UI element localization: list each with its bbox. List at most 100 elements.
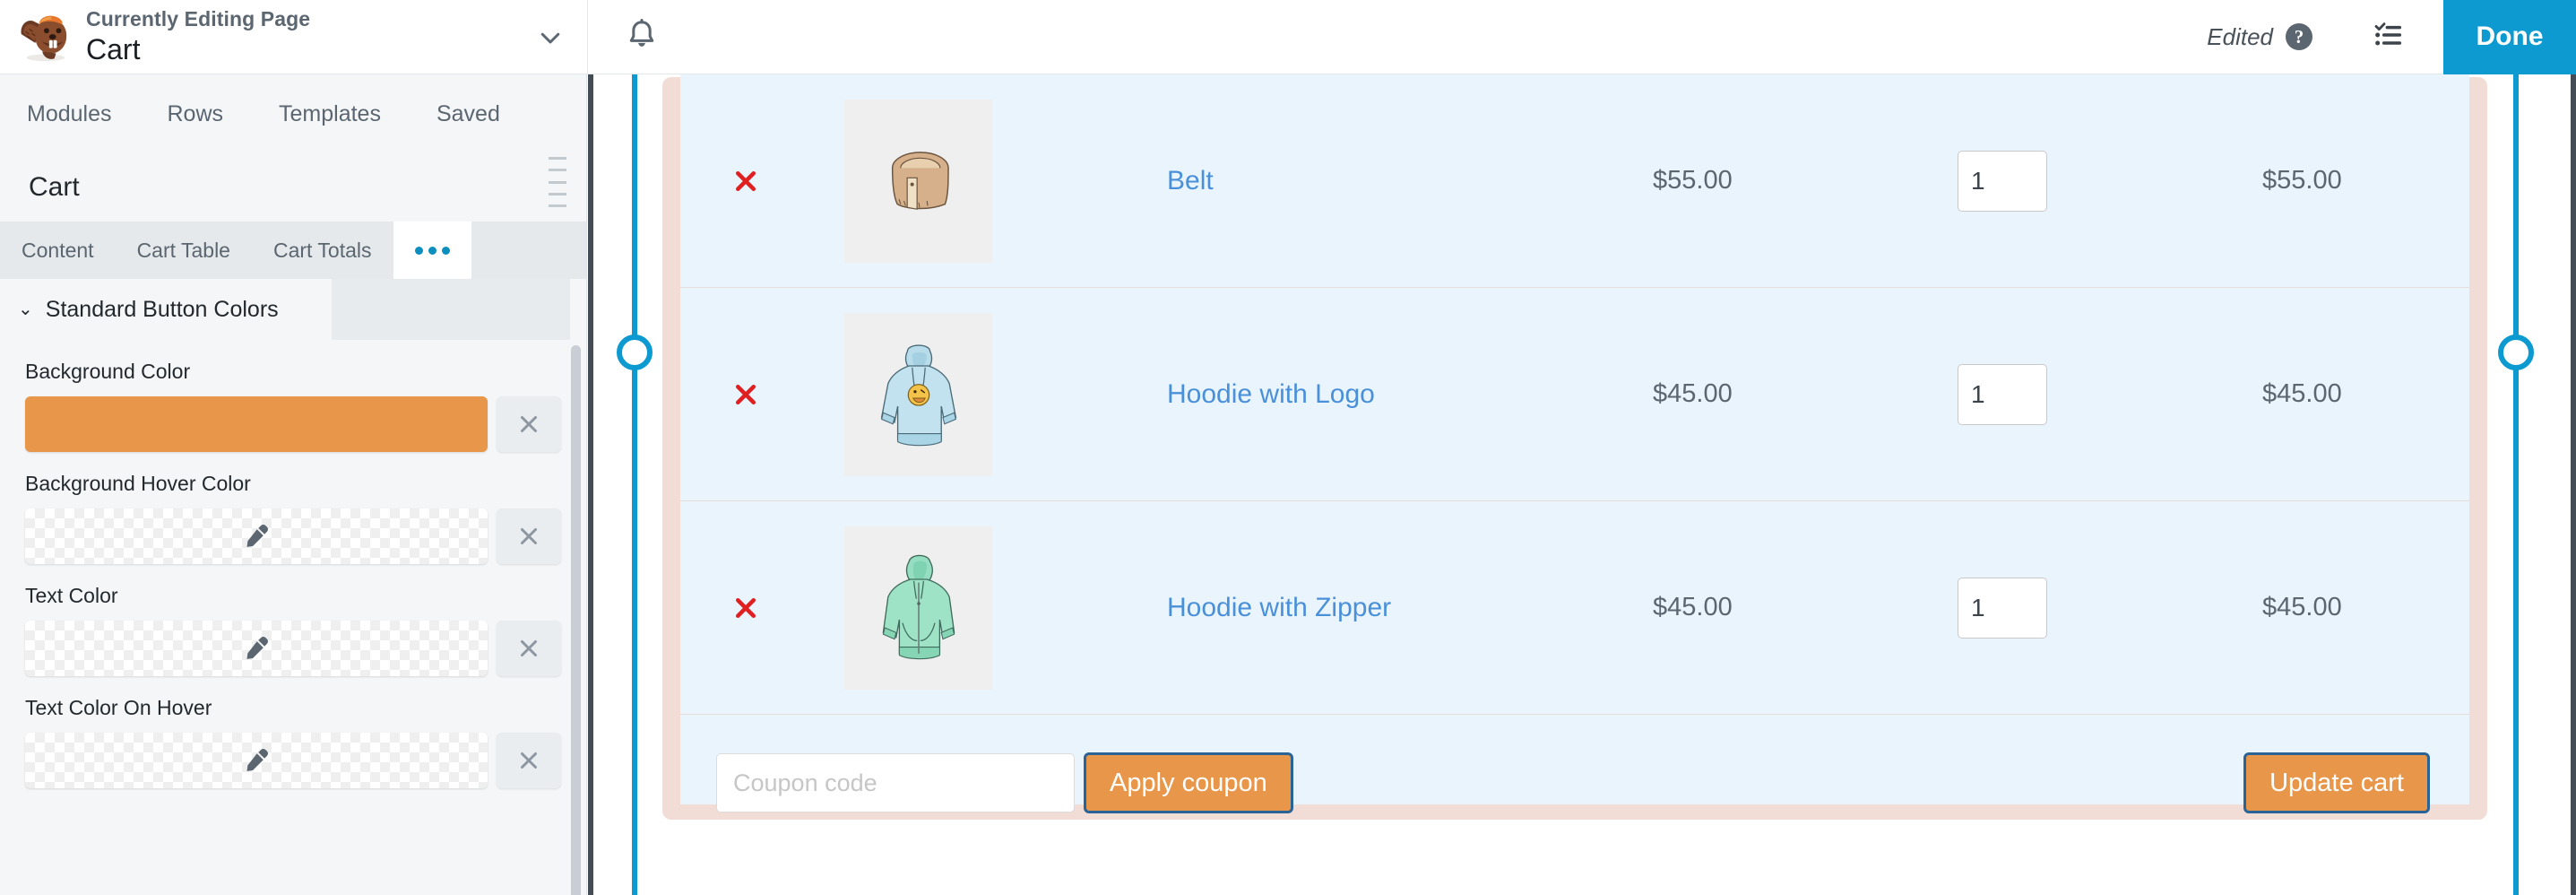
update-cart-button[interactable]: Update cart (2243, 752, 2430, 813)
quantity-cell (1958, 577, 2226, 639)
quantity-input[interactable] (1958, 363, 2047, 425)
color-picker-row (25, 396, 561, 452)
canvas-right-edge (2571, 74, 2576, 895)
field-background-hover-color: Background Hover Color (0, 472, 586, 564)
page-preview-canvas: Belt $55.00 $55.00 (588, 74, 2576, 895)
color-picker-row (25, 621, 561, 676)
product-thumbnail-cell (810, 99, 1079, 263)
field-label: Background Hover Color (25, 472, 251, 495)
done-button[interactable]: Done (2443, 0, 2576, 74)
close-icon (521, 416, 537, 432)
remove-item-button[interactable] (680, 595, 810, 621)
table-row: Hoodie with Zipper $45.00 $45.00 (680, 501, 2469, 715)
quantity-cell (1958, 150, 2226, 212)
remove-item-x-icon (732, 595, 759, 621)
more-dots-icon (414, 246, 450, 255)
field-label: Background Color (25, 360, 191, 383)
notifications-button[interactable] (588, 0, 696, 74)
close-icon (521, 640, 537, 656)
edited-label: Edited (2207, 22, 2273, 50)
panel-scrollbar[interactable] (571, 345, 581, 895)
color-swatch-background-hover[interactable] (25, 508, 488, 564)
clear-color-button[interactable] (497, 621, 561, 676)
column-resize-guide-left[interactable] (632, 74, 637, 895)
product-link[interactable]: Hoodie with Zipper (1167, 593, 1391, 623)
eyedropper-icon (246, 525, 268, 547)
product-subtotal: $45.00 (2262, 379, 2342, 408)
nav-tab-rows[interactable]: Rows (168, 101, 224, 127)
remove-item-x-icon (732, 381, 759, 408)
panel-setting-tabs: Content Cart Table Cart Totals (0, 222, 586, 279)
panel-resize-handle[interactable] (549, 157, 566, 207)
clear-color-button[interactable] (497, 508, 561, 564)
product-link[interactable]: Hoodie with Logo (1167, 379, 1375, 410)
tab-cart-totals[interactable]: Cart Totals (252, 222, 393, 279)
quantity-cell (1958, 363, 2226, 425)
tab-more[interactable] (393, 222, 471, 279)
remove-item-button[interactable] (680, 381, 810, 408)
brand-and-page-title: Currently Editing Page Cart (0, 0, 587, 74)
cart-actions-row: Apply coupon Update cart (680, 715, 2469, 851)
bell-icon (625, 18, 659, 56)
chevron-down-icon[interactable] (533, 21, 567, 55)
clear-color-button[interactable] (497, 396, 561, 452)
field-background-color: Background Color (0, 360, 586, 452)
close-icon (521, 752, 537, 769)
product-thumbnail-hoodie-logo[interactable] (844, 312, 992, 476)
panel-nav-tabs: Modules Rows Templates Saved (0, 74, 586, 153)
product-subtotal: $45.00 (2262, 593, 2342, 621)
product-name-cell: Hoodie with Zipper (1079, 593, 1653, 623)
nav-tab-saved[interactable]: Saved (437, 101, 500, 127)
product-subtotal: $55.00 (2262, 166, 2342, 195)
cart-table-module: Belt $55.00 $55.00 (680, 74, 2469, 813)
table-row: Hoodie with Logo $45.00 $45.00 (680, 288, 2469, 501)
section-title: Standard Button Colors (45, 296, 279, 322)
section-standard-button-colors[interactable]: ⌄ Standard Button Colors (0, 279, 332, 340)
product-price: $45.00 (1653, 379, 1733, 408)
column-resize-guide-right[interactable] (2513, 74, 2519, 895)
product-thumbnail-hoodie-zipper[interactable] (844, 526, 992, 690)
nav-tab-modules[interactable]: Modules (27, 101, 112, 127)
column-resize-handle-left[interactable] (617, 335, 653, 370)
field-label: Text Color (25, 584, 118, 607)
field-text-color-on-hover: Text Color On Hover (0, 696, 586, 788)
beaver-builder-logo-icon (16, 10, 72, 65)
nav-tab-templates[interactable]: Templates (279, 101, 381, 127)
editor-top-bar: Currently Editing Page Cart Edited ? Don… (0, 0, 2576, 74)
color-swatch-background[interactable] (25, 396, 488, 452)
remove-item-x-icon (732, 168, 759, 195)
product-thumbnail-cell (810, 312, 1079, 476)
product-name-cell: Hoodie with Logo (1079, 379, 1653, 410)
table-row: Belt $55.00 $55.00 (680, 74, 2469, 288)
edited-status: Edited ? (2207, 23, 2312, 51)
panel-module-heading: Cart (0, 153, 586, 222)
column-resize-handle-right[interactable] (2498, 335, 2534, 370)
field-text-color: Text Color (0, 584, 586, 676)
product-link[interactable]: Belt (1167, 166, 1214, 196)
coupon-code-input[interactable] (716, 753, 1075, 812)
help-circle-icon[interactable]: ? (2286, 23, 2312, 50)
canvas-left-edge (588, 74, 593, 895)
quantity-input[interactable] (1958, 150, 2047, 212)
currently-editing-label: Currently Editing Page (86, 7, 311, 31)
quantity-input[interactable] (1958, 577, 2047, 639)
remove-item-button[interactable] (680, 168, 810, 195)
panel-scroll-body: ⌄ Standard Button Colors Background Colo… (0, 279, 586, 895)
apply-coupon-button[interactable]: Apply coupon (1084, 752, 1293, 813)
outline-panel-button[interactable] (2359, 8, 2416, 65)
product-thumbnail-belt[interactable] (844, 99, 992, 263)
eyedropper-icon (246, 749, 268, 771)
color-swatch-text[interactable] (25, 621, 488, 676)
clear-color-button[interactable] (497, 733, 561, 788)
tab-content[interactable]: Content (0, 222, 116, 279)
color-swatch-text-hover[interactable] (25, 733, 488, 788)
toolbar-right-actions: Edited ? Done (2207, 0, 2576, 74)
page-title: Cart (86, 32, 141, 65)
product-name-cell: Belt (1079, 166, 1653, 196)
product-price: $55.00 (1653, 166, 1733, 195)
tab-cart-table[interactable]: Cart Table (116, 222, 252, 279)
product-thumbnail-cell (810, 526, 1079, 690)
section-header-backdrop (332, 279, 570, 340)
chevron-down-icon: ⌄ (18, 300, 33, 319)
